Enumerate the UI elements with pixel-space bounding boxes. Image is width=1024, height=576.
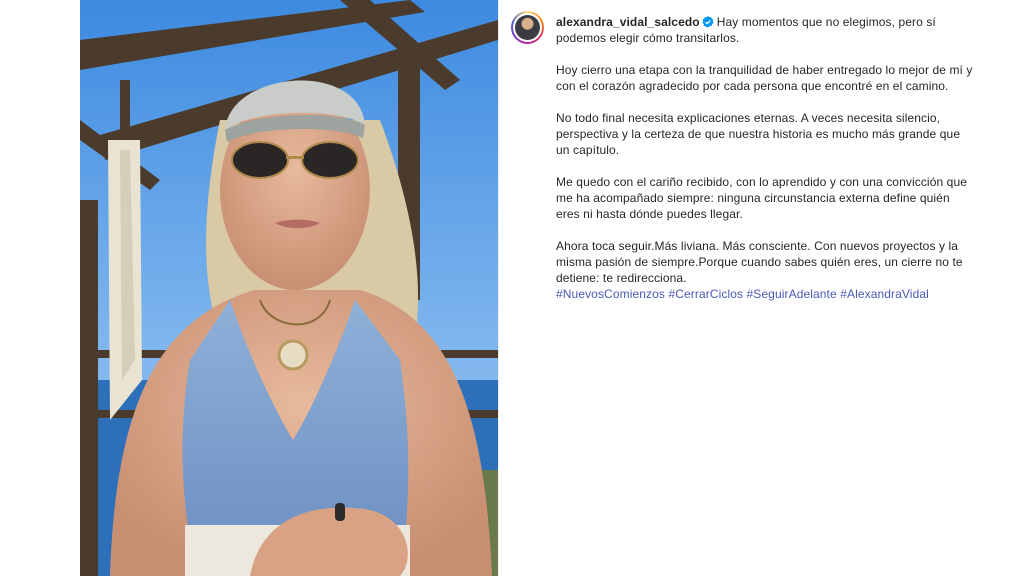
hashtag-list: #NuevosComienzos #CerrarCiclos #SeguirAd…: [556, 286, 976, 302]
caption-paragraph: Ahora toca seguir.Más liviana. Más consc…: [556, 239, 963, 285]
hashtag-link[interactable]: #CerrarCiclos: [668, 287, 743, 301]
post-caption: alexandra_vidal_salcedo Hay momentos que…: [556, 14, 976, 302]
username-link[interactable]: alexandra_vidal_salcedo: [556, 15, 700, 29]
caption-paragraph: Me quedo con el cariño recibido, con lo …: [556, 175, 967, 221]
right-margin: [1000, 0, 1024, 576]
left-margin: [0, 0, 80, 576]
hashtag-link[interactable]: #AlexandraVidal: [840, 287, 929, 301]
hashtag-link[interactable]: #NuevosComienzos: [556, 287, 665, 301]
profile-avatar[interactable]: [511, 11, 544, 44]
caption-paragraph: Hoy cierro una etapa con la tranquilidad…: [556, 63, 973, 93]
video-frame: [80, 0, 498, 576]
post-video[interactable]: [80, 0, 498, 576]
caption-paragraph: No todo final necesita explicaciones ete…: [556, 111, 961, 157]
hashtag-link[interactable]: #SeguirAdelante: [747, 287, 837, 301]
caption-panel: alexandra_vidal_salcedo Hay momentos que…: [498, 0, 1000, 576]
verified-badge-icon: [702, 16, 714, 28]
avatar-photo: [515, 15, 540, 40]
